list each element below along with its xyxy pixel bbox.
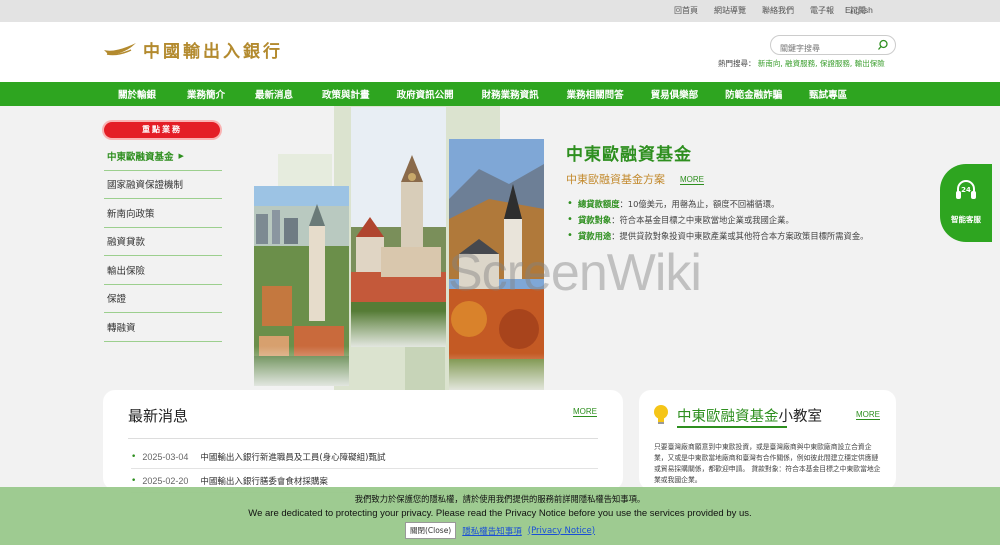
news-card: 最新消息 MORE • 2025-03-04 中國輸出入銀行新進職員及工員(身心障礙… [103, 390, 623, 493]
search-box [770, 35, 896, 58]
privacy-close-button[interactable]: 關閉(Close) [404, 522, 457, 539]
hot-search-items[interactable]: 新南向, 融資服務, 保證服務, 輸出保險 [758, 59, 885, 68]
smart-service-label: 智能客服 [951, 215, 981, 224]
key-business-badge: 重點業務 [104, 122, 220, 138]
sidebar-item-ceec-fund[interactable]: 中東歐融資基金 ▶ [104, 142, 222, 171]
sidebar-item-new-southbound[interactable]: 新南向政策 [104, 199, 222, 228]
main-nav: 關於輸銀 業務簡介 最新消息 政策與計畫 政府資訊公開 財務業務資訊 業務相關問… [0, 82, 1000, 106]
nav-trade-club[interactable]: 貿易俱樂部 [651, 87, 699, 101]
search-input[interactable] [771, 39, 871, 58]
sidebar-item-loans[interactable]: 融資貸款 [104, 228, 222, 256]
nav-gov-info[interactable]: 政府資訊公開 [397, 87, 454, 101]
logo-text: 中國輸出入銀行 [143, 42, 283, 62]
classroom-description: 只要臺灣廠商願意到中東歐投資，或是臺灣廠商與中東歐廠商設立合資企業，又或是中東歐… [654, 443, 881, 484]
hero-bullet: 總貸款額度：10億美元，用罄為止，額度不回補循環。 [566, 197, 894, 211]
utility-links: 回首頁 網站導覽 聯絡我們 電子報 訂閱 [666, 5, 874, 16]
hero-photo-castle [351, 107, 446, 347]
watermark: ScreenWiki [448, 244, 702, 302]
classroom-title: 中東歐融資基金小教室 [677, 409, 822, 425]
nav-policy[interactable]: 政策與計畫 [322, 87, 370, 101]
hero-bullet: 貸款用途：提供貸款對象投資中東歐產業或其他符合本方案政策目標所需資金。 [566, 229, 894, 243]
classroom-card: 中東歐融資基金小教室 MORE 只要臺灣廠商願意到中東歐投資，或是臺灣廠商與中東… [639, 390, 896, 490]
headset-24-icon: 24 [956, 180, 976, 199]
sidebar-item-relending[interactable]: 轉融資 [104, 313, 222, 342]
privacy-notice-link-zh[interactable]: 隱私權告知事項 [462, 525, 522, 537]
hero-title: 中東歐融資基金 [566, 145, 692, 165]
sidebar-item-export-insurance[interactable]: 輸出保險 [104, 256, 222, 285]
privacy-text-zh: 我們致力於保護您的隱私權，請於使用我們提供的服務前詳閱隱私權告知事項。 [354, 494, 646, 504]
title-underline [677, 426, 787, 428]
hot-search: 熱門搜尋： 新南向, 融資服務, 保證服務, 輸出保險 [718, 58, 885, 69]
sitemap-link[interactable]: 網站導覽 [706, 5, 754, 16]
chevron-right-icon: ▶ [178, 151, 184, 160]
news-title: 最新消息 [128, 407, 189, 425]
privacy-banner: 我們致力於保護您的隱私權，請於使用我們提供的服務前詳閱隱私權告知事項。 We a… [0, 487, 1000, 545]
nav-about[interactable]: 關於輸銀 [118, 87, 156, 101]
svg-text:24: 24 [961, 186, 971, 194]
hot-search-label: 熱門搜尋： [718, 59, 756, 68]
privacy-text-en: We are dedicated to protecting your priv… [248, 508, 752, 519]
hero-subtitle: 中東歐融資基金方案 [566, 173, 665, 186]
nav-business[interactable]: 業務簡介 [187, 87, 225, 101]
key-business-list: 中東歐融資基金 ▶ 國家融資保證機制 新南向政策 融資貸款 輸出保險 保證 轉融資 [104, 142, 222, 342]
nav-news[interactable]: 最新消息 [255, 87, 293, 101]
news-item[interactable]: • 2025-03-04 中國輸出入銀行新進職員及工員(身心障礙組)甄試 [131, 445, 598, 469]
divider [128, 438, 598, 439]
home-link[interactable]: 回首頁 [666, 5, 706, 16]
nav-faq[interactable]: 業務相關問答 [567, 87, 624, 101]
logo-wing-icon [104, 42, 136, 55]
site-header: 中國輸出入銀行 熱門搜尋： 新南向, 融資服務, 保證服務, 輸出保險 [0, 22, 1000, 82]
search-icon[interactable] [877, 39, 889, 51]
newsletter-link[interactable]: 電子報 [802, 5, 842, 16]
hero-photo-city [254, 186, 349, 386]
contact-link[interactable]: 聯絡我們 [754, 5, 802, 16]
sidebar-item-guarantee-mechanism[interactable]: 國家融資保證機制 [104, 171, 222, 199]
hero-bullet-list: 總貸款額度：10億美元，用罄為止，額度不回補循環。 貸款對象：符合本基金目標之中… [566, 197, 894, 245]
smart-service-button[interactable]: 24 智能客服 [940, 164, 992, 242]
lightbulb-icon [654, 405, 668, 424]
news-more-link[interactable]: MORE [573, 407, 597, 417]
top-utility-bar: 回首頁 網站導覽 聯絡我們 電子報 訂閱 English [0, 0, 1000, 22]
nav-recruitment[interactable]: 甄試專區 [809, 87, 847, 101]
sidebar-item-guarantee[interactable]: 保證 [104, 285, 222, 313]
hero-more-link[interactable]: MORE [680, 175, 704, 185]
classroom-more-link[interactable]: MORE [856, 410, 880, 420]
nav-financial[interactable]: 財務業務資訊 [482, 87, 539, 101]
privacy-notice-link-en[interactable]: (Privacy Notice) [528, 526, 595, 536]
site-logo[interactable]: 中國輸出入銀行 [103, 37, 283, 62]
hero-bullet: 貸款對象：符合本基金目標之中東歐當地企業或我國企業。 [566, 213, 894, 227]
nav-anti-fraud[interactable]: 防範金融詐騙 [725, 87, 782, 101]
news-list: • 2025-03-04 中國輸出入銀行新進職員及工員(身心障礙組)甄試 • 2025… [131, 445, 598, 493]
english-link[interactable]: English [845, 5, 873, 15]
